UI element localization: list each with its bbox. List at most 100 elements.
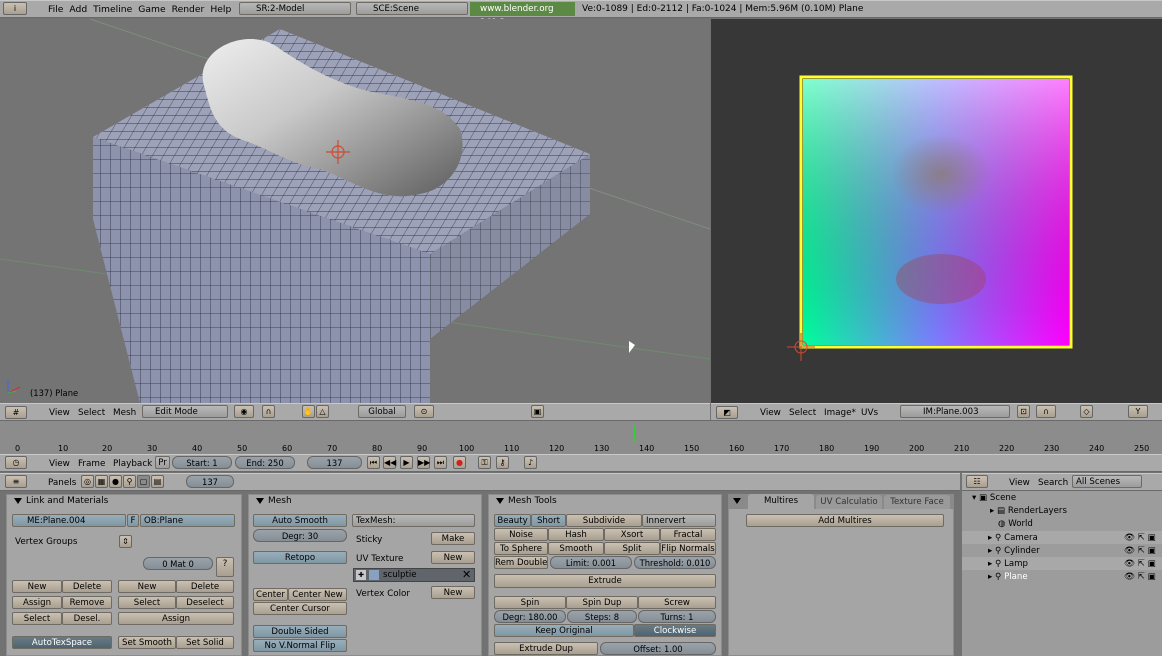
end-frame-field[interactable]: End: 250 xyxy=(235,456,295,469)
sticky-make-button[interactable]: Make xyxy=(431,532,475,545)
threshold-field[interactable]: Threshold: 0.010 xyxy=(634,556,716,569)
script-tab-icon[interactable]: ▦ xyxy=(95,475,108,488)
blender-url[interactable]: www.blender.org 249.2 xyxy=(470,2,575,28)
prev-key-icon[interactable]: ◀◀ xyxy=(383,456,396,469)
scene-selector[interactable]: SCE:Scene xyxy=(356,2,468,15)
outliner-menu-search[interactable]: Search xyxy=(1038,478,1068,488)
menu-timeline[interactable]: Timeline xyxy=(93,4,132,15)
uv-image-editor[interactable] xyxy=(711,19,1162,403)
multires-tab-arrow[interactable] xyxy=(733,498,741,504)
vertex-select-icon[interactable]: ✋ xyxy=(302,405,315,418)
logic-tab-icon[interactable]: ◎ xyxy=(81,475,94,488)
outliner-plane[interactable]: ▸ ⚲ Plane xyxy=(988,572,1028,582)
orientation-selector[interactable]: Global xyxy=(358,405,406,418)
edge-select-icon[interactable]: △ xyxy=(316,405,329,418)
outliner-lamp[interactable]: ▸ ⚲ Lamp xyxy=(988,559,1028,569)
image-selector[interactable]: IM:Plane.003 xyxy=(900,405,1010,418)
3d-menu-mesh[interactable]: Mesh xyxy=(113,408,136,418)
to-sphere-button[interactable]: To Sphere xyxy=(494,542,548,555)
uv-snap-icon[interactable]: ∩ xyxy=(1036,405,1056,418)
noise-button[interactable]: Noise xyxy=(494,528,548,541)
tab-multires[interactable]: Multires xyxy=(748,494,814,509)
outliner-scene[interactable]: ▾ ▣ Scene xyxy=(972,493,1016,503)
vgroup-delete-button[interactable]: Delete xyxy=(62,580,112,593)
turns-field[interactable]: Turns: 1 xyxy=(638,610,716,623)
buttons-frame-field[interactable]: 137 xyxy=(186,475,234,488)
limit-field[interactable]: Limit: 0.001 xyxy=(550,556,632,569)
outliner-camera[interactable]: ▸ ⚲ Camera xyxy=(988,533,1038,543)
start-frame-field[interactable]: Start: 1 xyxy=(172,456,232,469)
tl-menu-view[interactable]: View xyxy=(49,459,70,469)
material-select-button[interactable]: Select xyxy=(118,596,176,609)
menu-game[interactable]: Game xyxy=(138,4,165,15)
short-toggle[interactable]: Short xyxy=(531,514,566,527)
tab-uv-calculation[interactable]: UV Calculatio xyxy=(816,495,882,509)
vgroup-new-button[interactable]: New xyxy=(12,580,62,593)
material-index-field[interactable]: 0 Mat 0 xyxy=(143,557,213,570)
outliner-world[interactable]: ◍ World xyxy=(998,519,1033,529)
next-key-icon[interactable]: ▶▶ xyxy=(417,456,430,469)
smooth-degree-field[interactable]: Degr: 30 xyxy=(253,529,347,542)
menu-render[interactable]: Render xyxy=(172,4,205,15)
screen-selector[interactable]: SR:2-Model xyxy=(239,2,351,15)
outliner-display-selector[interactable]: All Scenes xyxy=(1072,475,1142,488)
material-deselect-button[interactable]: Deselect xyxy=(176,596,234,609)
texmesh-field[interactable]: TexMesh: xyxy=(352,514,475,527)
proportional-icon[interactable]: ⊙ xyxy=(414,405,434,418)
retopo-toggle[interactable]: Retopo xyxy=(253,551,347,564)
menu-file[interactable]: File xyxy=(48,4,63,15)
material-new-button[interactable]: New xyxy=(118,580,176,593)
outliner-renderlayers[interactable]: ▸ ▤ RenderLayers xyxy=(990,506,1067,516)
uv-layer-delete-icon[interactable]: ✕ xyxy=(462,569,471,581)
3d-menu-select[interactable]: Select xyxy=(78,408,105,418)
cylinder-visibility-icons[interactable]: 👁 ⇱ ▣ xyxy=(1124,546,1156,556)
set-solid-button[interactable]: Set Solid xyxy=(176,636,234,649)
vertex-group-menu-icon[interactable]: ⇕ xyxy=(119,535,132,548)
center-cursor-button[interactable]: Center Cursor xyxy=(253,602,347,615)
offset-field[interactable]: Offset: 1.00 xyxy=(600,642,716,655)
extrude-dup-button[interactable]: Extrude Dup xyxy=(494,642,598,655)
uv-menu-view[interactable]: View xyxy=(760,408,781,418)
uv-layer-name[interactable]: sculptie xyxy=(383,570,417,580)
add-multires-button[interactable]: Add Multires xyxy=(746,514,944,527)
3d-menu-view[interactable]: View xyxy=(49,408,70,418)
mesh-datablock-field[interactable]: ME:Plane.004 xyxy=(12,514,126,527)
uv-editor-icon[interactable]: ◩ xyxy=(716,406,738,419)
link-materials-title[interactable]: Link and Materials xyxy=(10,494,108,508)
spin-dup-button[interactable]: Spin Dup xyxy=(566,596,638,609)
uv-menu-image[interactable]: Image* xyxy=(824,408,856,418)
preview-range-button[interactable]: Pr xyxy=(155,456,170,469)
uv-layer-icon[interactable]: ✚ xyxy=(356,570,366,580)
menu-help[interactable]: Help xyxy=(210,4,231,15)
set-smooth-button[interactable]: Set Smooth xyxy=(118,636,176,649)
steps-field[interactable]: Steps: 8 xyxy=(567,610,637,623)
corner-cut-selector[interactable]: Innervert xyxy=(642,514,716,527)
split-button[interactable]: Split xyxy=(604,542,660,555)
double-sided-toggle[interactable]: Double Sided xyxy=(253,625,347,638)
vgroup-assign-button[interactable]: Assign xyxy=(12,596,62,609)
uv-menu-uvs[interactable]: UVs xyxy=(861,408,878,418)
vgroup-deselect-button[interactable]: Desel. xyxy=(62,612,112,625)
center-new-button[interactable]: Center New xyxy=(288,588,347,601)
render-icon[interactable]: ▣ xyxy=(531,405,544,418)
current-frame-field[interactable]: 137 xyxy=(307,456,362,469)
extrude-button[interactable]: Extrude xyxy=(494,574,716,588)
vgroup-remove-button[interactable]: Remove xyxy=(62,596,112,609)
object-field[interactable]: OB:Plane xyxy=(140,514,235,527)
flip-normals-button[interactable]: Flip Normals xyxy=(660,542,716,555)
tl-menu-playback[interactable]: Playback xyxy=(113,459,152,469)
audio-icon[interactable]: ♪ xyxy=(524,456,537,469)
hash-button[interactable]: Hash xyxy=(548,528,604,541)
mesh-tools-title[interactable]: Mesh Tools xyxy=(492,494,557,508)
spin-degree-field[interactable]: Degr: 180.00 xyxy=(494,610,566,623)
timeline-editor-icon[interactable]: ◷ xyxy=(5,456,27,469)
object-tab-icon[interactable]: ⚲ xyxy=(123,475,136,488)
timeline[interactable] xyxy=(0,421,1162,454)
uv-pin-icon[interactable]: ⊡ xyxy=(1017,405,1030,418)
clockwise-toggle[interactable]: Clockwise xyxy=(634,624,716,637)
mode-selector[interactable]: Edit Mode xyxy=(142,405,228,418)
keep-original-toggle[interactable]: Keep Original xyxy=(494,624,634,637)
uv-menu-select[interactable]: Select xyxy=(789,408,816,418)
uv-texture-new-button[interactable]: New xyxy=(431,551,475,564)
material-assign-button[interactable]: Assign xyxy=(118,612,234,625)
